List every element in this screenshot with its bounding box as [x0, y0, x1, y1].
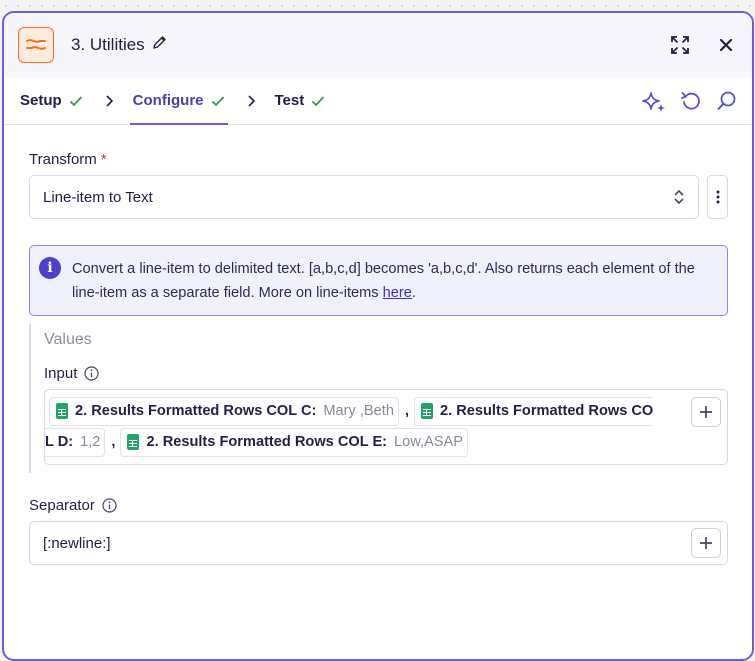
info-text: Convert a line-item to delimited text. [… [72, 257, 715, 305]
pill-key: 2. Results Formatted Rows COL E: [146, 434, 388, 450]
separator-label: Separator [29, 497, 728, 514]
tab-configure[interactable]: Configure [129, 77, 228, 125]
search-icon [717, 91, 736, 110]
pill-key: 2. Results Formatted Rows COL C: [75, 403, 317, 419]
check-icon [312, 95, 325, 106]
close-icon [719, 38, 733, 52]
input-label: Input [44, 365, 728, 382]
transform-options-button[interactable] [707, 175, 728, 219]
undo-icon [681, 92, 700, 110]
pill-value: 1,2 [80, 434, 101, 450]
close-button[interactable] [714, 33, 738, 57]
check-icon [69, 95, 82, 106]
input-field[interactable]: 2. Results Formatted Rows COL C: Mary ,B… [44, 389, 728, 465]
transform-label-text: Transform [29, 151, 97, 168]
chevron-right-icon [247, 94, 255, 107]
google-sheets-icon [127, 434, 140, 450]
pill-value: Mary ,Beth [323, 403, 394, 419]
expand-button[interactable] [668, 33, 692, 57]
field-pill[interactable]: 2. Results Formatted Rows COL E: Low,ASA… [120, 427, 469, 457]
panel-header: 3. Utilities [4, 13, 752, 77]
google-sheets-icon [421, 403, 433, 419]
values-group: Values Input 2. Results Formatted Rows C… [29, 324, 728, 473]
info-circle-icon[interactable] [102, 498, 117, 513]
field-pill[interactable]: 2. Results Formatted Rows CO [414, 396, 654, 426]
tab-setup-label: Setup [20, 92, 62, 109]
transform-select-value: Line-item to Text [43, 188, 153, 206]
field-pill-continued[interactable]: L D: 1,2 [45, 427, 106, 457]
chevron-right-icon [105, 94, 113, 107]
pill-key: L D: [45, 434, 74, 450]
step-panel: 3. Utilities Setup Configure Test Transf… [2, 11, 754, 661]
transform-select[interactable]: Line-item to Text [29, 175, 699, 219]
tab-setup[interactable]: Setup [20, 77, 83, 125]
separator-value: [:newline:] [43, 534, 111, 552]
edit-title-icon[interactable] [152, 35, 167, 55]
ai-sparkle-button[interactable] [642, 90, 666, 117]
info-banner: i Convert a line-item to delimited text.… [29, 245, 728, 316]
transform-label: Transform * [29, 151, 728, 168]
tab-configure-label: Configure [132, 92, 204, 109]
tab-test[interactable]: Test [275, 77, 326, 125]
undo-button[interactable] [680, 90, 702, 117]
field-pill[interactable]: 2. Results Formatted Rows COL C: Mary ,B… [49, 396, 399, 426]
tab-test-label: Test [274, 92, 305, 109]
google-sheets-icon [56, 403, 68, 419]
step-title-text: 3. Utilities [71, 35, 145, 54]
expand-icon [671, 36, 689, 54]
step-tabs: Setup Configure Test [4, 77, 752, 125]
separator-label-text: Separator [29, 497, 95, 514]
pill-separator: , [404, 403, 409, 419]
info-icon: i [39, 257, 61, 279]
values-title: Values [44, 331, 92, 348]
insert-data-button[interactable] [691, 397, 721, 427]
plus-icon [700, 537, 712, 549]
info-circle-icon[interactable] [84, 366, 99, 381]
info-suffix: . [411, 285, 416, 301]
configure-form: Transform * Line-item to Text i Convert … [4, 151, 752, 565]
plus-icon [700, 406, 712, 418]
pill-key: 2. Results Formatted Rows CO [440, 403, 654, 419]
insert-data-button[interactable] [691, 528, 721, 558]
line-items-help-link[interactable]: here [383, 285, 412, 301]
pill-value: Low,ASAP [394, 434, 464, 450]
chevron-up-down-icon [674, 189, 684, 205]
input-label-text: Input [44, 365, 78, 382]
check-icon [211, 95, 224, 106]
search-button[interactable] [716, 90, 738, 117]
sparkle-icon [642, 92, 665, 112]
kebab-menu-icon [716, 190, 719, 204]
step-title: 3. Utilities [71, 35, 167, 55]
utilities-app-icon [18, 27, 54, 63]
required-mark: * [100, 151, 107, 168]
separator-input[interactable]: [:newline:] [29, 521, 728, 565]
pill-separator: , [111, 434, 116, 450]
